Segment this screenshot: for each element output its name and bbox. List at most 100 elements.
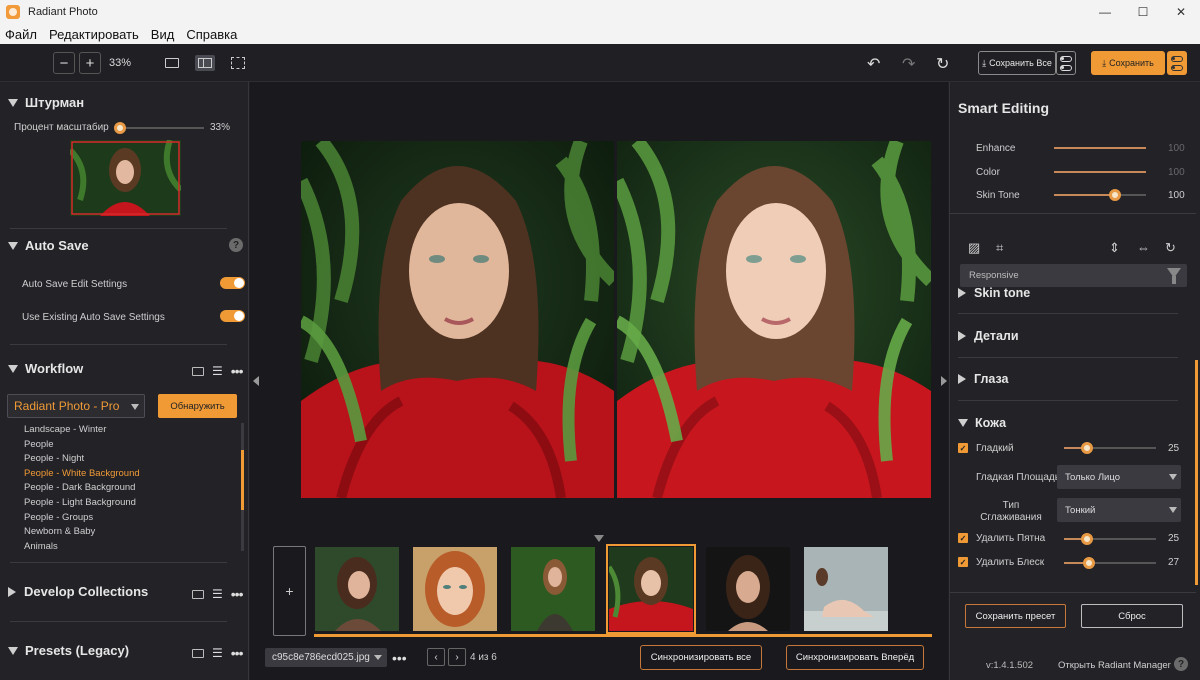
preset-item[interactable]: People - White Background: [24, 467, 224, 482]
filmstrip-scrollbar[interactable]: [314, 634, 932, 637]
filmstrip-thumb-3[interactable]: [511, 547, 595, 631]
divider: [950, 213, 1196, 214]
smooth-checkbox[interactable]: ✓: [958, 443, 968, 453]
file-more-options-icon[interactable]: •••: [392, 650, 407, 666]
save-preset-button[interactable]: Сохранить пресет: [965, 604, 1066, 628]
more-options-icon[interactable]: •••: [231, 586, 244, 602]
skin-tone-knob[interactable]: [1108, 189, 1121, 201]
crop-icon[interactable]: ⌗: [996, 240, 1003, 256]
preset-item[interactable]: People - Night: [24, 452, 224, 467]
presets-legacy-header[interactable]: Presets (Legacy): [8, 643, 129, 658]
preset-item[interactable]: People - Groups: [24, 511, 224, 526]
filmstrip-thumb-2[interactable]: [413, 547, 497, 631]
collapse-right-panel-icon[interactable]: [941, 376, 947, 386]
filmstrip-thumb-6[interactable]: [804, 547, 888, 631]
smooth-type-label: Тип Сглаживания: [980, 500, 1042, 523]
smooth-knob[interactable]: [1081, 442, 1093, 454]
workflow-select[interactable]: Radiant Photo - Pro: [7, 394, 145, 418]
preset-item[interactable]: People: [24, 438, 224, 453]
preset-item[interactable]: Animals: [24, 540, 224, 555]
list-view-icon[interactable]: ☰: [212, 587, 223, 601]
save-all-options-button[interactable]: [1056, 51, 1076, 75]
zoom-out-button[interactable]: −: [53, 52, 75, 74]
minimize-button[interactable]: —: [1086, 0, 1124, 24]
single-view-button[interactable]: [162, 54, 182, 72]
workflow-header[interactable]: Workflow: [8, 361, 83, 376]
photo-after[interactable]: [617, 141, 931, 498]
discover-button[interactable]: Обнаружить: [158, 394, 237, 418]
navigator-preview[interactable]: [70, 140, 181, 216]
grid-view-icon[interactable]: [192, 589, 204, 599]
photo-before[interactable]: [301, 141, 614, 498]
reset-icon[interactable]: ↻: [936, 54, 949, 74]
open-radiant-manager-link[interactable]: Открыть Radiant Manager: [1058, 660, 1171, 671]
collapse-left-panel-icon[interactable]: [253, 376, 259, 386]
image-adjust-icon[interactable]: ▨: [968, 240, 980, 256]
preset-item[interactable]: People - Light Background: [24, 496, 224, 511]
section-eyes[interactable]: Глаза: [958, 372, 1009, 386]
section-skin-tone[interactable]: Skin tone: [958, 286, 1030, 300]
develop-collections-header[interactable]: Develop Collections: [8, 584, 148, 599]
navigator-zoom-slider[interactable]: [116, 127, 204, 129]
preset-item[interactable]: People - Dark Background: [24, 481, 224, 496]
section-eyes-label: Глаза: [974, 372, 1009, 386]
more-options-icon[interactable]: •••: [231, 363, 244, 379]
sync-forward-button[interactable]: Синхронизировать Вперёд: [786, 645, 924, 670]
split-view-button[interactable]: [195, 54, 215, 72]
grid-view-icon[interactable]: [192, 366, 204, 376]
menu-view[interactable]: Вид: [151, 27, 175, 42]
list-view-icon[interactable]: ☰: [212, 646, 223, 660]
color-slider[interactable]: [1054, 171, 1146, 173]
remove-spots-knob[interactable]: [1081, 533, 1093, 545]
redo-icon[interactable]: ↷: [902, 54, 915, 74]
menu-edit[interactable]: Редактировать: [49, 27, 139, 42]
more-options-icon[interactable]: •••: [231, 645, 244, 661]
menu-file[interactable]: Файл: [5, 27, 37, 42]
grid-view-icon[interactable]: [192, 648, 204, 658]
section-skin[interactable]: Кожа: [958, 416, 1006, 430]
remove-shine-knob[interactable]: [1082, 557, 1095, 569]
autosave-help-icon[interactable]: ?: [229, 238, 243, 252]
remove-shine-checkbox[interactable]: ✓: [958, 557, 968, 567]
autosave-edit-toggle[interactable]: [220, 277, 245, 289]
save-button[interactable]: ⤓ Сохранить: [1091, 51, 1165, 75]
crop-view-button[interactable]: [228, 54, 248, 72]
autosave-existing-toggle[interactable]: [220, 310, 245, 322]
reset-button[interactable]: Сброс: [1081, 604, 1183, 628]
right-panel-scrollbar[interactable]: [1195, 360, 1198, 585]
preset-item[interactable]: Landscape - Winter: [24, 423, 224, 438]
filmstrip-thumb-1[interactable]: [315, 547, 399, 631]
smooth-area-select[interactable]: Только Лицо: [1057, 465, 1181, 489]
navigator-header[interactable]: Штурман: [8, 95, 84, 110]
preset-filter-box[interactable]: Responsive: [960, 264, 1187, 287]
preset-list-scroll-thumb[interactable]: [241, 450, 244, 510]
list-view-icon[interactable]: ☰: [212, 364, 223, 378]
section-details[interactable]: Детали: [958, 329, 1019, 343]
maximize-button[interactable]: ☐: [1124, 0, 1162, 24]
menu-help[interactable]: Справка: [186, 27, 237, 42]
filmstrip-current-marker: [594, 535, 604, 542]
close-button[interactable]: ✕: [1162, 0, 1200, 24]
sync-all-button[interactable]: Синхронизировать все: [640, 645, 762, 670]
thumb-image: [804, 547, 888, 631]
filmstrip-thumb-4[interactable]: [606, 544, 696, 634]
rotate-icon[interactable]: ↻: [1165, 240, 1176, 256]
prev-image-button[interactable]: ‹: [427, 648, 445, 666]
smooth-type-select[interactable]: Тонкий: [1057, 498, 1181, 522]
preset-item[interactable]: Newborn & Baby: [24, 525, 224, 540]
save-all-button[interactable]: ⤓ Сохранить Все: [978, 51, 1056, 75]
enhance-slider[interactable]: [1054, 147, 1146, 149]
autosave-header[interactable]: Auto Save: [8, 238, 89, 253]
filmstrip-thumb-5[interactable]: [706, 547, 790, 631]
save-options-button[interactable]: [1167, 51, 1187, 75]
remove-spots-checkbox[interactable]: ✓: [958, 533, 968, 543]
next-image-button[interactable]: ›: [448, 648, 466, 666]
undo-icon[interactable]: ↶: [867, 54, 880, 74]
flip-horizontal-icon[interactable]: ⇔: [1137, 240, 1150, 255]
toggle-options-icon: [1060, 55, 1072, 62]
help-icon[interactable]: ?: [1174, 657, 1188, 671]
file-name-select[interactable]: c95c8e786ecd025.jpg: [265, 648, 387, 667]
add-image-button[interactable]: +: [273, 546, 306, 636]
flip-vertical-icon[interactable]: ⇕: [1109, 240, 1120, 256]
zoom-in-button[interactable]: +: [79, 52, 101, 74]
